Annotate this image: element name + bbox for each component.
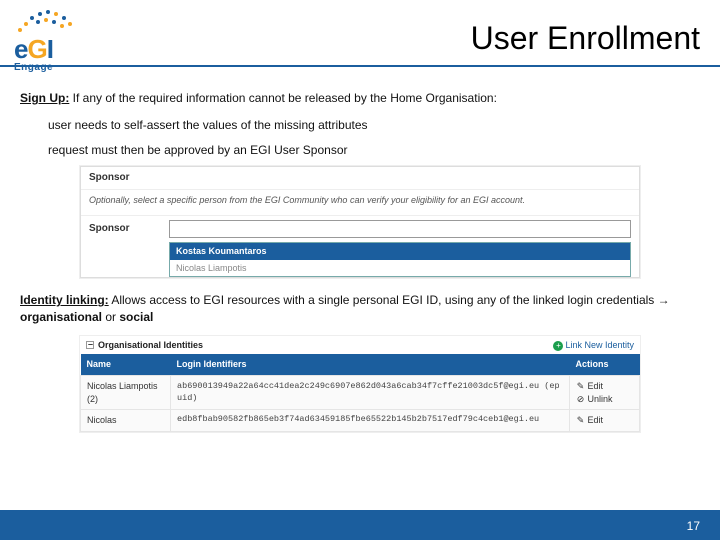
sponsor-select[interactable] bbox=[169, 220, 631, 238]
link-new-identity-label: Link New Identity bbox=[565, 340, 634, 350]
identity-label: Identity linking: bbox=[20, 293, 109, 307]
sponsor-panel-subtext: Optionally, select a specific person fro… bbox=[81, 190, 639, 215]
table-row: Nicolas Liampotis (2) ab690013949a22a64c… bbox=[81, 375, 640, 409]
logo-dots-graphic bbox=[14, 8, 76, 36]
slide-body: Sign Up: If any of the required informat… bbox=[20, 90, 700, 432]
pencil-icon: ✎ bbox=[576, 380, 585, 393]
cell-name: Nicolas Liampotis (2) bbox=[81, 375, 171, 409]
link-new-identity-button[interactable]: +Link New Identity bbox=[553, 339, 634, 352]
identity-social: social bbox=[119, 310, 153, 324]
sponsor-field-label: Sponsor bbox=[89, 222, 169, 236]
title-underline bbox=[0, 65, 720, 67]
org-identities-heading: Organisational Identities bbox=[86, 339, 203, 352]
cell-login: edb8fbab90582fb865eb3f74ad63459185fbe655… bbox=[171, 410, 570, 432]
identity-organisational: organisational bbox=[20, 310, 102, 324]
brand-letter-g: G bbox=[27, 34, 46, 64]
sponsor-option-selected[interactable]: Kostas Koumantaros bbox=[170, 243, 630, 260]
cell-login: ab690013949a22a64cc41dea2c249c6907e862d0… bbox=[171, 375, 570, 409]
plus-icon: + bbox=[553, 341, 563, 351]
signup-paragraph: Sign Up: If any of the required informat… bbox=[20, 90, 700, 107]
cell-actions: ✎ Edit bbox=[570, 410, 640, 432]
pencil-icon: ✎ bbox=[576, 414, 585, 427]
sponsor-panel-heading: Sponsor bbox=[81, 167, 639, 190]
signup-label: Sign Up: bbox=[20, 91, 69, 105]
identity-text: Allows access to EGI resources with a si… bbox=[109, 293, 670, 307]
brand-wordmark: eGI bbox=[14, 34, 76, 65]
col-actions: Actions bbox=[570, 354, 640, 375]
brand-tagline: Engage bbox=[14, 62, 76, 73]
table-row: Nicolas edb8fbab90582fb865eb3f74ad634591… bbox=[81, 410, 640, 432]
brand-logo: eGI Engage bbox=[14, 8, 76, 73]
sponsor-option-next[interactable]: Nicolas Liampotis bbox=[170, 260, 630, 277]
brand-letter-e: e bbox=[14, 34, 27, 64]
org-identities-screenshot: Organisational Identities +Link New Iden… bbox=[80, 336, 640, 432]
signup-bullet-2: request must then be approved by an EGI … bbox=[48, 142, 700, 159]
unlink-icon: ⊘ bbox=[576, 393, 585, 406]
sponsor-panel-screenshot: Sponsor Optionally, select a specific pe… bbox=[80, 166, 640, 278]
col-login: Login Identifiers bbox=[171, 354, 570, 375]
collapse-icon[interactable] bbox=[86, 341, 94, 349]
identity-or: or bbox=[102, 310, 119, 324]
sponsor-dropdown[interactable]: Kostas Koumantaros Nicolas Liampotis bbox=[169, 242, 631, 277]
org-identities-heading-text: Organisational Identities bbox=[98, 340, 203, 350]
signup-intro: If any of the required information canno… bbox=[69, 91, 497, 105]
page-number: 17 bbox=[687, 519, 700, 533]
cell-actions: ✎ Edit ⊘ Unlink bbox=[570, 375, 640, 409]
identity-paragraph: Identity linking: Allows access to EGI r… bbox=[20, 292, 700, 326]
edit-link[interactable]: ✎ Edit bbox=[576, 380, 633, 393]
brand-letter-i: I bbox=[47, 34, 53, 64]
edit-link[interactable]: ✎ Edit bbox=[576, 414, 633, 427]
footer-bar bbox=[0, 510, 720, 540]
org-identities-table: Name Login Identifiers Actions Nicolas L… bbox=[80, 354, 640, 431]
col-name: Name bbox=[81, 354, 171, 375]
cell-name: Nicolas bbox=[81, 410, 171, 432]
slide-title: User Enrollment bbox=[471, 20, 700, 57]
signup-bullet-1: user needs to self-assert the values of … bbox=[48, 117, 700, 134]
unlink-link[interactable]: ⊘ Unlink bbox=[576, 393, 633, 406]
